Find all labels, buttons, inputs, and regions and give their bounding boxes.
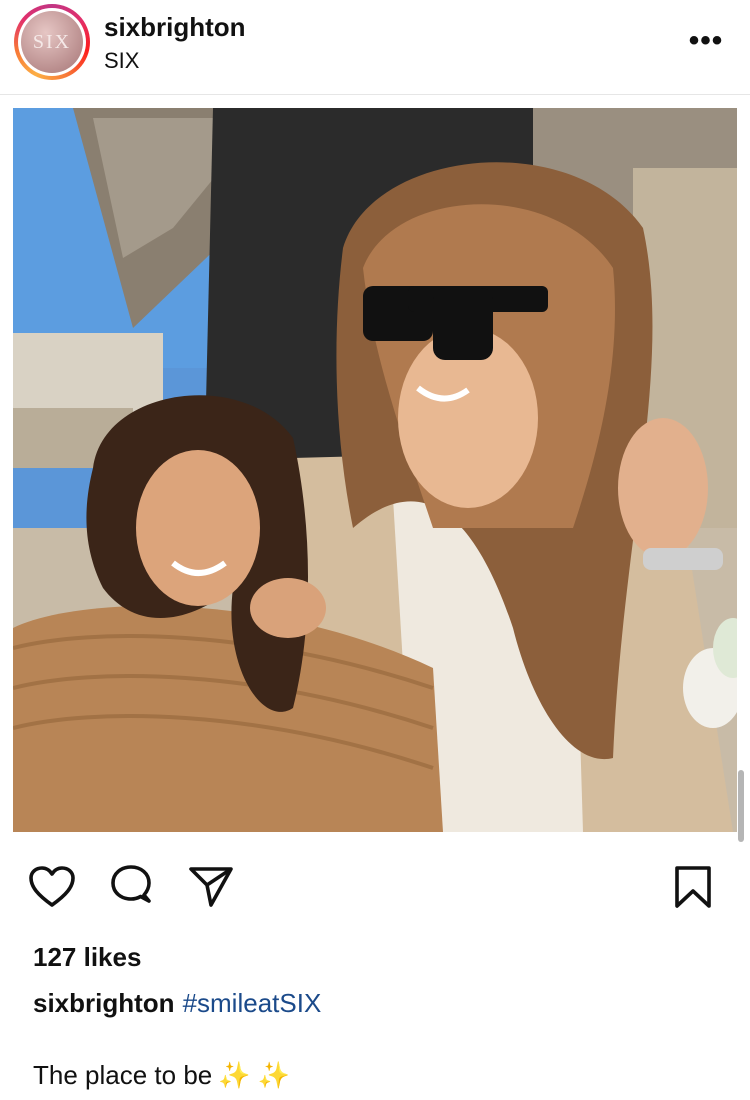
more-options-button[interactable]: ••• xyxy=(686,24,726,57)
avatar[interactable]: SIX xyxy=(14,4,90,80)
header-divider xyxy=(0,94,750,95)
like-button[interactable] xyxy=(27,862,77,912)
post-text-body: The place to be xyxy=(33,1060,213,1090)
avatar-logo-text: SIX xyxy=(32,30,72,53)
heart-icon xyxy=(29,866,75,907)
bookmark-icon xyxy=(675,866,711,908)
hashtag-link[interactable]: #smileatSIX xyxy=(183,988,322,1018)
likes-count[interactable]: 127 likes xyxy=(33,942,141,973)
comment-button[interactable] xyxy=(106,862,156,912)
more-icon: ••• xyxy=(688,24,724,57)
sparkles-emoji: ✨ ✨ xyxy=(218,1060,291,1090)
post-text: The place to be ✨ ✨ xyxy=(33,1060,290,1091)
username-link[interactable]: sixbrighton xyxy=(104,12,246,43)
post-actions xyxy=(0,862,750,922)
caption-author-link[interactable]: sixbrighton xyxy=(33,988,175,1018)
post-photo[interactable] xyxy=(13,108,737,832)
share-button[interactable] xyxy=(186,862,236,912)
avatar-border: SIX xyxy=(18,8,86,76)
caption: sixbrighton #smileatSIX xyxy=(33,988,321,1019)
photo-image xyxy=(13,108,737,832)
comment-icon xyxy=(111,865,151,903)
save-button[interactable] xyxy=(668,862,718,912)
post-header: SIX sixbrighton SIX ••• xyxy=(0,0,750,95)
scrollbar-thumb[interactable] xyxy=(738,770,744,842)
send-icon xyxy=(189,867,233,907)
avatar-image: SIX xyxy=(21,11,83,73)
account-subtitle: SIX xyxy=(104,48,140,73)
